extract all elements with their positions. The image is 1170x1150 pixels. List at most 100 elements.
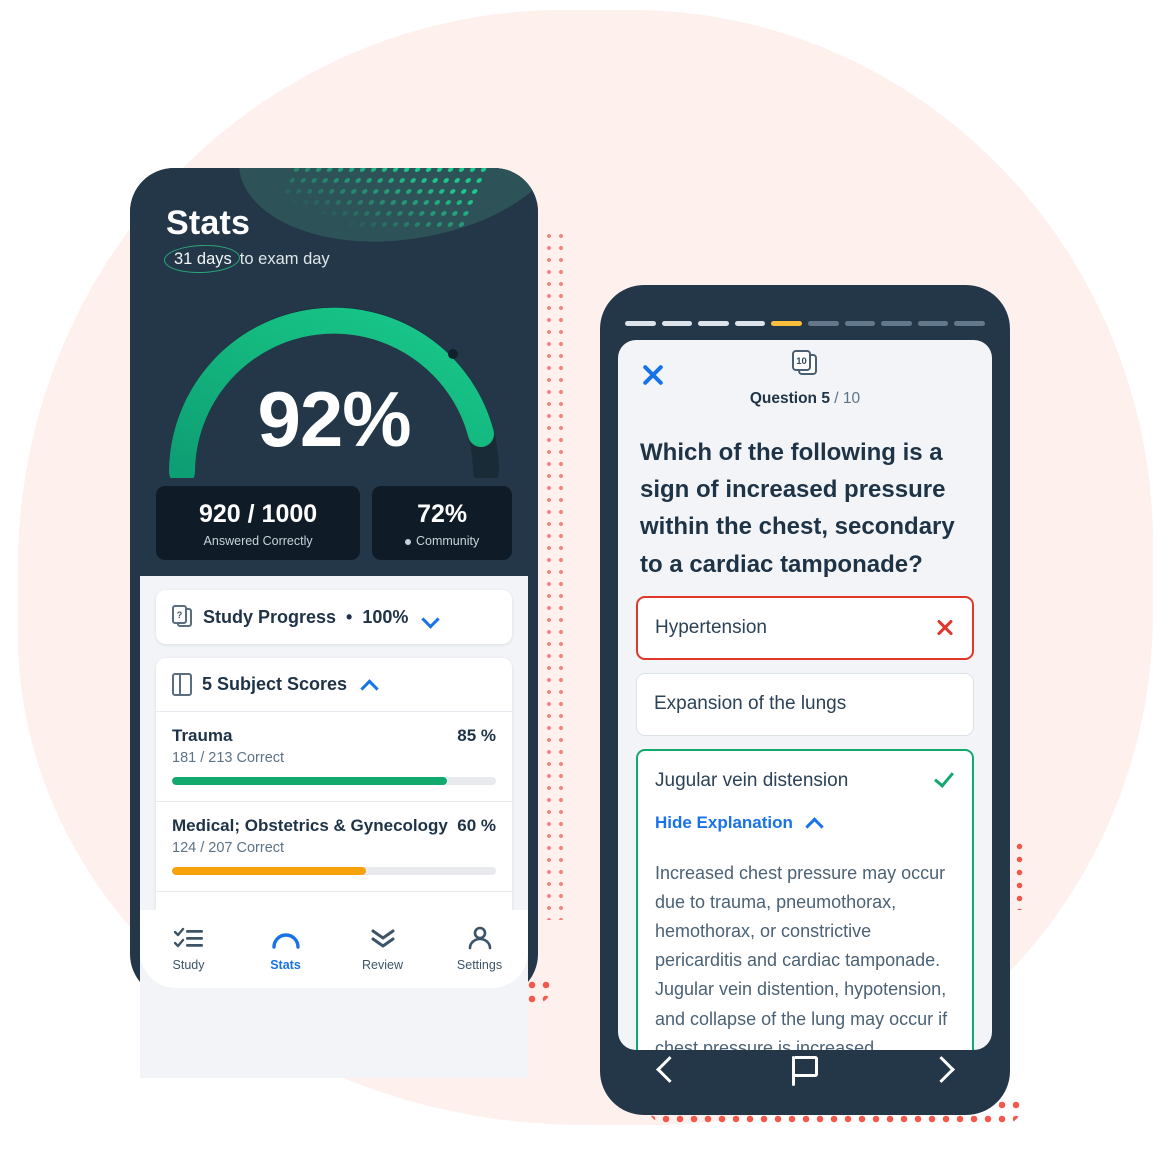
subject-progress-fill — [172, 867, 367, 875]
stat-cards-row: 920 / 1000 Answered Correctly 72% Commun… — [156, 486, 512, 560]
next-question-button[interactable] — [931, 1054, 953, 1088]
quiz-header: 10 Question 5 / 10 — [618, 340, 992, 428]
x-mark-icon — [935, 618, 955, 638]
study-progress-percent: 100% — [362, 606, 409, 627]
checklist-icon — [154, 926, 224, 952]
subject-scores-label: 5 Subject Scores — [202, 674, 348, 694]
close-icon[interactable] — [640, 362, 666, 388]
study-progress-separator: • — [346, 606, 353, 627]
progress-segment — [625, 321, 656, 326]
stat-label: Answered Correctly — [203, 534, 313, 548]
subject-progress-track — [172, 777, 496, 785]
answer-option-expansion[interactable]: Expansion of the lungs — [636, 673, 974, 737]
subject-percent: 85 % — [457, 726, 496, 745]
subject-row-top: Trauma 85 % — [172, 726, 496, 746]
question-counter: Question 5 / 10 — [618, 390, 992, 408]
answer-option-label: Jugular vein distension — [655, 770, 849, 792]
green-dot-pattern — [266, 168, 494, 230]
gauge-marker-dot — [448, 349, 458, 359]
study-progress-card[interactable]: ? Study Progress • 100% — [156, 590, 512, 644]
gauge-value: 92% — [257, 375, 411, 463]
quiz-bottom-navigation — [600, 1041, 1010, 1101]
progress-segment — [661, 321, 693, 326]
subject-progress-track — [172, 867, 496, 875]
exam-days-badge: 31 days — [166, 248, 240, 271]
answer-option-hypertension[interactable]: Hypertension — [636, 595, 974, 661]
answer-option-row: Jugular vein distension — [655, 769, 955, 794]
subject-detail: 124 / 207 Correct — [172, 840, 285, 856]
stat-label: Community — [380, 534, 504, 548]
community-dot-icon — [404, 538, 411, 545]
study-progress-label: Study Progress — [203, 606, 337, 627]
previous-question-button[interactable] — [657, 1054, 679, 1088]
stat-card-community: 72% Community — [372, 486, 512, 560]
explanation-text: Increased chest pressure may occur due t… — [655, 862, 948, 1050]
stat-value: 72% — [417, 500, 468, 528]
subject-scores-header[interactable]: 5 Subject Scores — [156, 658, 512, 711]
exam-countdown: 31 days to exam day — [166, 248, 330, 271]
stat-card-answered: 920 / 1000 Answered Correctly — [156, 486, 361, 560]
sidebar-item-review[interactable]: Review — [348, 926, 418, 972]
question-text: Which of the following is a sign of incr… — [640, 439, 955, 578]
progress-segment — [881, 321, 912, 326]
subject-scores-card: 5 Subject Scores Trauma 85 % 181 / 213 C… — [156, 658, 512, 922]
screenshot-stage: Stats 31 days to exam day 92% 920 / 1000… — [0, 0, 1170, 1150]
flag-question-button[interactable] — [791, 1054, 818, 1088]
chevron-up-icon — [806, 818, 823, 828]
book-icon — [172, 673, 192, 696]
question-counter-total: / 10 — [834, 390, 861, 407]
progress-segment — [844, 321, 876, 326]
hide-explanation-toggle[interactable]: Hide Explanation — [655, 813, 823, 833]
gauge-icon — [251, 926, 321, 952]
chevrons-down-icon — [348, 926, 418, 952]
quiz-screen: 10 Question 5 / 10 Which of the followin… — [618, 340, 992, 1050]
answer-option-label: Hypertension — [655, 616, 767, 638]
subject-row[interactable]: Trauma 85 % 181 / 213 Correct — [156, 711, 512, 801]
subject-detail: 181 / 213 Correct — [172, 750, 285, 766]
person-icon — [445, 926, 515, 952]
progress-segment — [954, 321, 985, 326]
sidebar-item-label: Review — [362, 958, 403, 972]
sidebar-item-study[interactable]: Study — [154, 926, 224, 972]
subject-row[interactable]: Medical; Obstetrics & Gynecology 60 % 12… — [156, 801, 512, 891]
progress-segment — [807, 321, 839, 326]
subject-percent: 60 % — [457, 816, 496, 835]
subject-row-top: Medical; Obstetrics & Gynecology 60 % — [172, 816, 496, 836]
exam-countdown-suffix: to exam day — [239, 250, 330, 268]
deck-card-front: 10 — [792, 350, 811, 371]
question-cards-icon: ? — [172, 605, 193, 629]
subject-name: Trauma — [172, 726, 233, 745]
sidebar-item-label: Stats — [270, 958, 301, 972]
bottom-navigation: Study Stats Review Settings — [140, 910, 528, 988]
progress-segment — [698, 321, 729, 326]
page-title: Stats — [166, 204, 251, 242]
subject-progress-fill — [172, 777, 448, 785]
question-progress-bar — [625, 321, 985, 326]
progress-segment — [917, 321, 949, 326]
progress-segment — [771, 321, 802, 326]
phone-quiz: 10 Question 5 / 10 Which of the followin… — [600, 285, 1010, 1115]
sidebar-item-label: Settings — [456, 958, 503, 972]
sidebar-item-stats[interactable]: Stats — [251, 926, 321, 972]
stat-label-text: Community — [415, 534, 480, 548]
check-mark-icon — [933, 771, 955, 791]
chevron-down-icon[interactable] — [422, 612, 439, 622]
stats-header: Stats 31 days to exam day 92% 920 / 1000… — [130, 168, 538, 576]
progress-segment — [734, 321, 766, 326]
study-progress-header[interactable]: ? Study Progress • 100% — [156, 590, 512, 644]
chevron-up-icon[interactable] — [361, 680, 378, 690]
card-front: ? — [172, 605, 187, 624]
subject-name: Medical; Obstetrics & Gynecology — [172, 816, 448, 835]
deck-count-icon: 10 — [792, 350, 818, 376]
answer-option-jugular[interactable]: Jugular vein distension Hide Explanation… — [636, 749, 974, 1050]
sidebar-item-settings[interactable]: Settings — [445, 926, 515, 972]
stats-scroll-body: ? Study Progress • 100% 5 Subject Scores — [140, 576, 528, 1078]
sidebar-item-label: Study — [172, 958, 205, 972]
dot-pattern-vertical — [543, 230, 571, 920]
score-gauge: 92% — [160, 296, 508, 485]
question-counter-current: Question 5 — [749, 390, 830, 407]
hide-explanation-label: Hide Explanation — [655, 812, 793, 832]
phone-stats: Stats 31 days to exam day 92% 920 / 1000… — [130, 168, 538, 1078]
answer-option-label: Expansion of the lungs — [654, 693, 847, 715]
stat-value: 920 / 1000 — [199, 500, 318, 528]
